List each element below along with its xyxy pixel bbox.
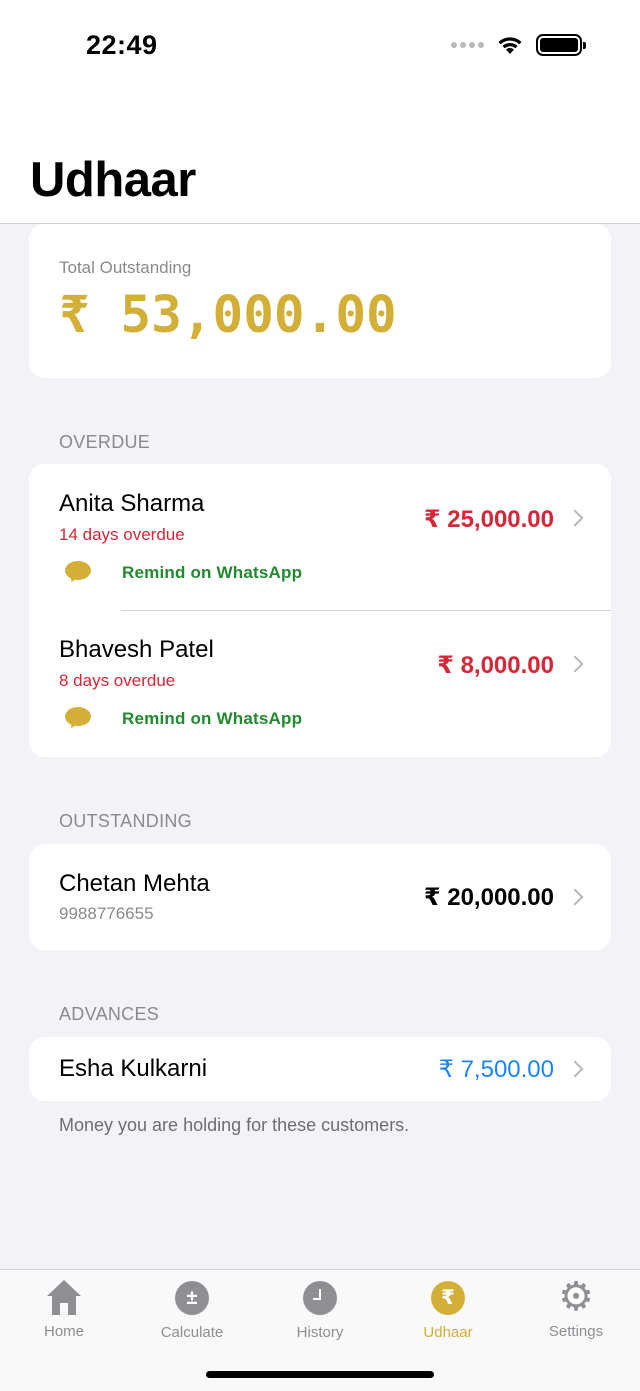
chat-bubble-icon [65,561,93,585]
tab-udhaar[interactable]: ₹ Udhaar [384,1280,512,1341]
plus-minus-icon: ± [174,1281,210,1317]
page-title: Udhaar [30,153,196,207]
clock-icon [302,1281,338,1317]
advances-footnote: Money you are holding for these customer… [59,1115,410,1135]
customer-name: Anita Sharma [59,490,205,517]
tab-home[interactable]: Home [0,1280,128,1340]
navigation-header: Udhaar [0,96,640,224]
outstanding-list: Chetan Mehta 9988776655 ₹ 20,000.00 [29,844,611,950]
rupee-icon: ₹ [430,1281,466,1317]
status-icons [451,34,586,56]
customer-name: Chetan Mehta [59,870,210,897]
remind-whatsapp-label: Remind on WhatsApp [122,709,303,728]
overdue-row-bhavesh-patel[interactable]: Bhavesh Patel 8 days overdue ₹ 8,000.00 … [29,611,611,757]
tab-label: History [296,1324,344,1341]
overdue-status: 8 days overdue [59,671,176,690]
overdue-section-header: OVERDUE [59,432,151,452]
chevron-right-icon [566,509,584,527]
status-bar: 22:49 [0,0,640,96]
advance-amount: ₹ 7,500.00 [438,1056,554,1083]
total-outstanding-card: Total Outstanding ₹ 53,000.00 [29,224,611,378]
status-time: 22:49 [86,30,158,60]
customer-name: Bhavesh Patel [59,636,214,663]
cellular-signal-icon [451,42,484,48]
gear-icon: ⚙ [558,1275,594,1319]
advance-row-esha-kulkarni[interactable]: Esha Kulkarni ₹ 7,500.00 [29,1037,611,1101]
customer-name: Esha Kulkarni [59,1055,208,1082]
remind-whatsapp-button[interactable]: Remind on WhatsApp [65,707,302,731]
advances-section-header: ADVANCES [59,1004,160,1024]
remind-whatsapp-label: Remind on WhatsApp [122,563,303,582]
tab-label: Home [43,1323,84,1340]
overdue-list: Anita Sharma 14 days overdue ₹ 25,000.00… [29,464,611,757]
overdue-row-anita-sharma[interactable]: Anita Sharma 14 days overdue ₹ 25,000.00… [29,464,611,610]
tab-label: Settings [548,1323,604,1340]
customer-phone: 9988776655 [59,904,154,923]
chevron-right-icon [566,1060,584,1078]
outstanding-section-header: OUTSTANDING [59,811,192,831]
battery-icon [536,34,586,56]
chat-bubble-icon [65,707,93,731]
total-outstanding-amount: ₹ 53,000.00 [59,286,397,345]
home-indicator[interactable] [206,1371,434,1378]
outstanding-row-chetan-mehta[interactable]: Chetan Mehta 9988776655 ₹ 20,000.00 [29,844,611,950]
home-icon [45,1280,83,1316]
amount-due: ₹ 8,000.00 [437,652,554,679]
amount-due: ₹ 25,000.00 [423,506,554,533]
amount-due: ₹ 20,000.00 [423,884,554,911]
tab-settings[interactable]: ⚙ Settings [512,1275,640,1340]
wifi-icon [498,37,522,54]
overdue-status: 14 days overdue [59,525,185,544]
remind-whatsapp-button[interactable]: Remind on WhatsApp [65,561,302,585]
advances-list: Esha Kulkarni ₹ 7,500.00 [29,1037,611,1101]
chevron-right-icon [566,888,584,906]
tab-history[interactable]: History [256,1280,384,1341]
chevron-right-icon [566,655,584,673]
total-outstanding-label: Total Outstanding [59,258,192,277]
tab-label: Calculate [160,1324,224,1341]
tab-label: Udhaar [423,1324,473,1341]
tab-calculate[interactable]: ± Calculate [128,1280,256,1341]
